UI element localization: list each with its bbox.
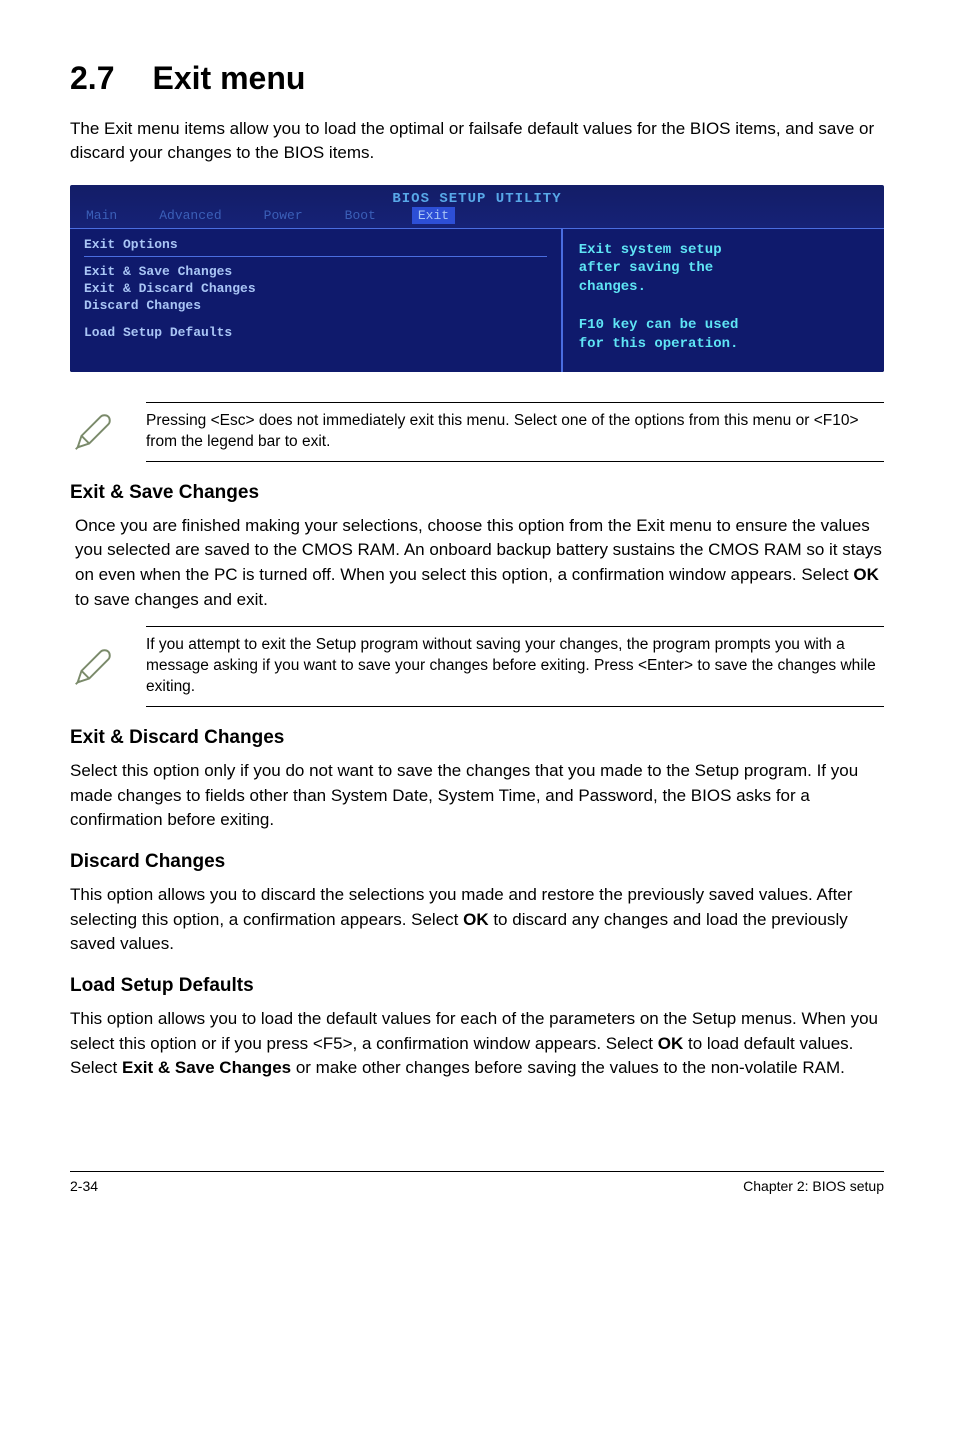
note-text: Pressing <Esc> does not immediately exit… xyxy=(146,402,884,462)
bios-opt-save: Exit & Save Changes xyxy=(84,263,547,280)
bios-right-panel: Exit system setup after saving the chang… xyxy=(561,229,884,372)
pen-icon xyxy=(70,409,116,455)
subhead-discard: Discard Changes xyxy=(70,851,884,873)
chapter-label: Chapter 2: BIOS setup xyxy=(743,1178,884,1194)
bios-help-line: Exit system setup xyxy=(579,241,868,260)
note-text: If you attempt to exit the Setup program… xyxy=(146,626,884,707)
note-block: Pressing <Esc> does not immediately exit… xyxy=(70,402,884,462)
bios-tab-advanced: Advanced xyxy=(153,207,227,224)
bios-help-line: F10 key can be used xyxy=(579,316,868,335)
note-block: If you attempt to exit the Setup program… xyxy=(70,626,884,707)
subhead-load-defaults: Load Setup Defaults xyxy=(70,975,884,997)
bios-help-line: changes. xyxy=(579,278,868,297)
para-load-defaults: This option allows you to load the defau… xyxy=(70,1007,884,1081)
bios-opt-discard: Discard Changes xyxy=(84,297,547,314)
bios-tab-main: Main xyxy=(80,207,123,224)
bios-options-title: Exit Options xyxy=(84,235,547,257)
page-footer: 2-34 Chapter 2: BIOS setup xyxy=(70,1171,884,1194)
bios-screenshot: BIOS SETUP UTILITY Main Advanced Power B… xyxy=(70,185,884,372)
bios-help-line: after saving the xyxy=(579,259,868,278)
bios-body: Exit Options Exit & Save Changes Exit & … xyxy=(70,228,884,372)
bios-help-line xyxy=(579,297,868,316)
section-title: 2.7 Exit menu xyxy=(70,60,884,97)
bios-tab-bar: Main Advanced Power Boot Exit xyxy=(70,207,884,228)
pen-icon xyxy=(70,644,116,690)
exit-save-label: Exit & Save Changes xyxy=(122,1058,291,1077)
bios-opt-defaults: Load Setup Defaults xyxy=(84,324,547,341)
bios-opt-gap xyxy=(84,314,547,324)
subhead-exit-save: Exit & Save Changes xyxy=(70,482,884,504)
para-text: Once you are finished making your select… xyxy=(75,516,882,584)
section-number: 2.7 xyxy=(70,60,114,96)
para-discard: This option allows you to discard the se… xyxy=(70,883,884,957)
para-text: or make other changes before saving the … xyxy=(291,1058,845,1077)
ok-label: OK xyxy=(853,565,879,584)
page-number: 2-34 xyxy=(70,1178,98,1194)
ok-label: OK xyxy=(463,910,489,929)
section-heading: Exit menu xyxy=(152,60,305,96)
bios-help-line: for this operation. xyxy=(579,335,868,354)
intro-paragraph: The Exit menu items allow you to load th… xyxy=(70,117,884,165)
para-exit-save: Once you are finished making your select… xyxy=(75,514,884,613)
bios-left-panel: Exit Options Exit & Save Changes Exit & … xyxy=(70,229,561,372)
bios-opt-discard-exit: Exit & Discard Changes xyxy=(84,280,547,297)
bios-tab-boot: Boot xyxy=(339,207,382,224)
para-text: to save changes and exit. xyxy=(75,590,268,609)
bios-tab-exit: Exit xyxy=(412,207,455,224)
ok-label: OK xyxy=(658,1034,684,1053)
bios-header: BIOS SETUP UTILITY xyxy=(70,185,884,207)
subhead-exit-discard: Exit & Discard Changes xyxy=(70,727,884,749)
bios-tab-power: Power xyxy=(258,207,309,224)
para-exit-discard: Select this option only if you do not wa… xyxy=(70,759,884,833)
